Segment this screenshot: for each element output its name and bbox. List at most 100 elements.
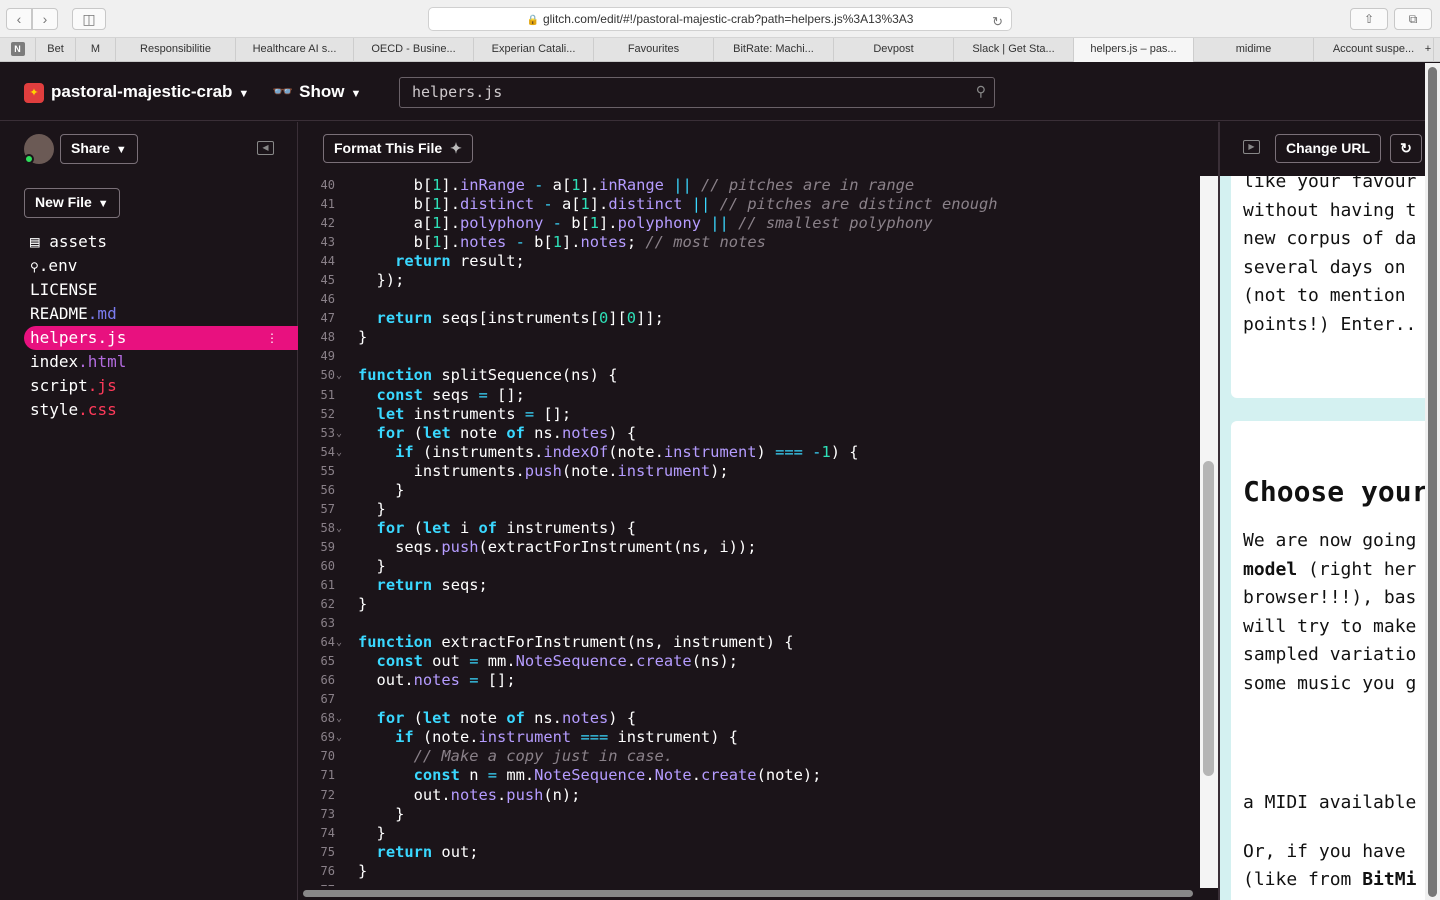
- code-line[interactable]: 66 out.notes = [];: [299, 671, 1200, 690]
- browser-tab[interactable]: OECD - Busine...: [354, 38, 474, 62]
- browser-tab[interactable]: Healthcare AI s...: [236, 38, 354, 62]
- pinned-tab[interactable]: N: [0, 38, 36, 62]
- change-url-button[interactable]: Change URL: [1275, 134, 1381, 163]
- file-item[interactable]: ⚲.env: [24, 254, 298, 278]
- file-item[interactable]: ▤ assets: [24, 230, 298, 254]
- scroll-thumb[interactable]: [1428, 67, 1437, 897]
- code-line[interactable]: 64 ⌄ function extractForInstrument(ns, ins…: [299, 633, 1200, 652]
- code-line[interactable]: 60 }: [299, 557, 1200, 576]
- code-line[interactable]: 56 }: [299, 481, 1200, 500]
- fold-chevron-icon[interactable]: ⌄: [336, 366, 342, 385]
- file-search-input[interactable]: helpers.js ⚲: [399, 77, 995, 108]
- new-file-button[interactable]: New File ▼: [24, 188, 120, 218]
- fold-chevron-icon[interactable]: ⌄: [336, 728, 342, 747]
- back-button[interactable]: ‹: [6, 8, 32, 30]
- show-menu[interactable]: 👓 Show ▼: [272, 82, 361, 102]
- file-item[interactable]: helpers.js ⋮: [24, 326, 298, 350]
- browser-tab[interactable]: Experian Catali...: [474, 38, 594, 62]
- code-text: }: [358, 328, 368, 347]
- editor-vertical-scrollbar[interactable]: [1200, 176, 1218, 888]
- code-area[interactable]: 40 b[1].inRange - a[1].inRange || // pit…: [299, 176, 1200, 886]
- avatar[interactable]: [24, 134, 54, 164]
- browser-tab[interactable]: Bet: [36, 38, 76, 62]
- address-bar[interactable]: 🔒 glitch.com/edit/#!/pastoral-majestic-cr…: [428, 7, 1012, 31]
- share-button[interactable]: Share ▼: [60, 134, 138, 164]
- code-line[interactable]: 71 const n = mm.NoteSequence.Note.create…: [299, 766, 1200, 785]
- page-scrollbar[interactable]: [1425, 63, 1440, 900]
- code-line[interactable]: 68 ⌄ for (let note of ns.notes) {: [299, 709, 1200, 728]
- code-line[interactable]: 67: [299, 690, 1200, 709]
- code-line[interactable]: 43 b[1].notes - b[1].notes; // most note…: [299, 233, 1200, 252]
- browser-tab[interactable]: midime: [1194, 38, 1314, 62]
- browser-tab[interactable]: Slack | Get Sta...: [954, 38, 1074, 62]
- browser-tab[interactable]: helpers.js – pas...: [1074, 38, 1194, 62]
- file-item[interactable]: style.css: [24, 398, 298, 422]
- code-line[interactable]: 40 b[1].inRange - a[1].inRange || // pit…: [299, 176, 1200, 195]
- project-menu[interactable]: pastoral-majestic-crab ▼: [51, 82, 249, 102]
- code-line[interactable]: 59 seqs.push(extractForInstrument(ns, i)…: [299, 538, 1200, 557]
- code-line[interactable]: 69 ⌄ if (note.instrument === instrument) …: [299, 728, 1200, 747]
- format-file-button[interactable]: Format This File ✦: [323, 134, 473, 163]
- more-options-icon[interactable]: ⋮: [266, 326, 278, 350]
- code-line[interactable]: 65 const out = mm.NoteSequence.create(ns…: [299, 652, 1200, 671]
- browser-tab[interactable]: Responsibilitie: [116, 38, 236, 62]
- collapse-sidebar-icon[interactable]: ◀: [257, 141, 274, 155]
- play-icon[interactable]: ▶: [1243, 140, 1260, 154]
- code-line[interactable]: 46: [299, 290, 1200, 309]
- code-line[interactable]: 41 b[1].distinct - a[1].distinct || // p…: [299, 195, 1200, 214]
- code-line[interactable]: 42 a[1].polyphony - b[1].polyphony || //…: [299, 214, 1200, 233]
- code-line[interactable]: 76}: [299, 862, 1200, 881]
- code-line[interactable]: 44 return result;: [299, 252, 1200, 271]
- code-line[interactable]: 50 ⌄ function splitSequence(ns) {: [299, 366, 1200, 385]
- scroll-thumb[interactable]: [1203, 461, 1214, 776]
- code-line[interactable]: 52 let instruments = [];: [299, 405, 1200, 424]
- browser-tab[interactable]: Devpost: [834, 38, 954, 62]
- tabs-overview-icon[interactable]: ⧉: [1394, 8, 1432, 30]
- code-line[interactable]: 53 ⌄ for (let note of ns.notes) {: [299, 424, 1200, 443]
- file-item[interactable]: README.md: [24, 302, 298, 326]
- code-line[interactable]: 74 }: [299, 824, 1200, 843]
- line-number: 74: [320, 825, 335, 840]
- code-line[interactable]: 57 }: [299, 500, 1200, 519]
- refresh-icon[interactable]: ↻: [1390, 134, 1422, 163]
- fold-chevron-icon[interactable]: ⌄: [336, 709, 342, 728]
- line-number: 71: [320, 768, 335, 783]
- new-tab-icon[interactable]: +: [1416, 38, 1440, 62]
- file-item[interactable]: index.html: [24, 350, 298, 374]
- code-line[interactable]: 49: [299, 347, 1200, 366]
- code-line[interactable]: 73 }: [299, 805, 1200, 824]
- scroll-thumb[interactable]: [303, 890, 1193, 897]
- code-line[interactable]: 61 return seqs;: [299, 576, 1200, 595]
- code-line[interactable]: 54 ⌄ if (instruments.indexOf(note.instrum…: [299, 443, 1200, 462]
- code-line[interactable]: 47 return seqs[instruments[0][0]];: [299, 309, 1200, 328]
- file-item[interactable]: LICENSE: [24, 278, 298, 302]
- code-line[interactable]: 51 const seqs = [];: [299, 386, 1200, 405]
- code-line[interactable]: 55 instruments.push(note.instrument);: [299, 462, 1200, 481]
- fold-chevron-icon[interactable]: ⌄: [336, 443, 342, 462]
- forward-button[interactable]: ›: [32, 8, 58, 30]
- reload-icon[interactable]: ↻: [992, 11, 1003, 33]
- fold-chevron-icon[interactable]: ⌄: [336, 519, 342, 538]
- preview-text-line: We are now going: [1243, 530, 1417, 551]
- code-line[interactable]: 70 // Make a copy just in case.: [299, 747, 1200, 766]
- fold-chevron-icon[interactable]: ⌄: [336, 424, 342, 443]
- code-line[interactable]: 45 });: [299, 271, 1200, 290]
- browser-tab[interactable]: BitRate: Machi...: [714, 38, 834, 62]
- code-text: });: [358, 271, 405, 290]
- browser-tab[interactable]: Favourites: [594, 38, 714, 62]
- code-line[interactable]: 75 return out;: [299, 843, 1200, 862]
- file-item[interactable]: script.js: [24, 374, 298, 398]
- archive-icon: ▤: [30, 232, 50, 251]
- browser-tab[interactable]: M: [76, 38, 116, 62]
- code-line[interactable]: 58 ⌄ for (let i of instruments) {: [299, 519, 1200, 538]
- file-name: assets: [49, 232, 108, 251]
- fold-chevron-icon[interactable]: ⌄: [336, 633, 342, 652]
- preview-text-line: without having t: [1243, 199, 1417, 221]
- code-line[interactable]: 48}: [299, 328, 1200, 347]
- code-line[interactable]: 72 out.notes.push(n);: [299, 786, 1200, 805]
- code-line[interactable]: 62}: [299, 595, 1200, 614]
- share-icon[interactable]: ⇧: [1350, 8, 1388, 30]
- code-line[interactable]: 63: [299, 614, 1200, 633]
- sidebar-toggle-icon[interactable]: ◫: [72, 8, 106, 30]
- editor-horizontal-scrollbar[interactable]: [299, 886, 1200, 900]
